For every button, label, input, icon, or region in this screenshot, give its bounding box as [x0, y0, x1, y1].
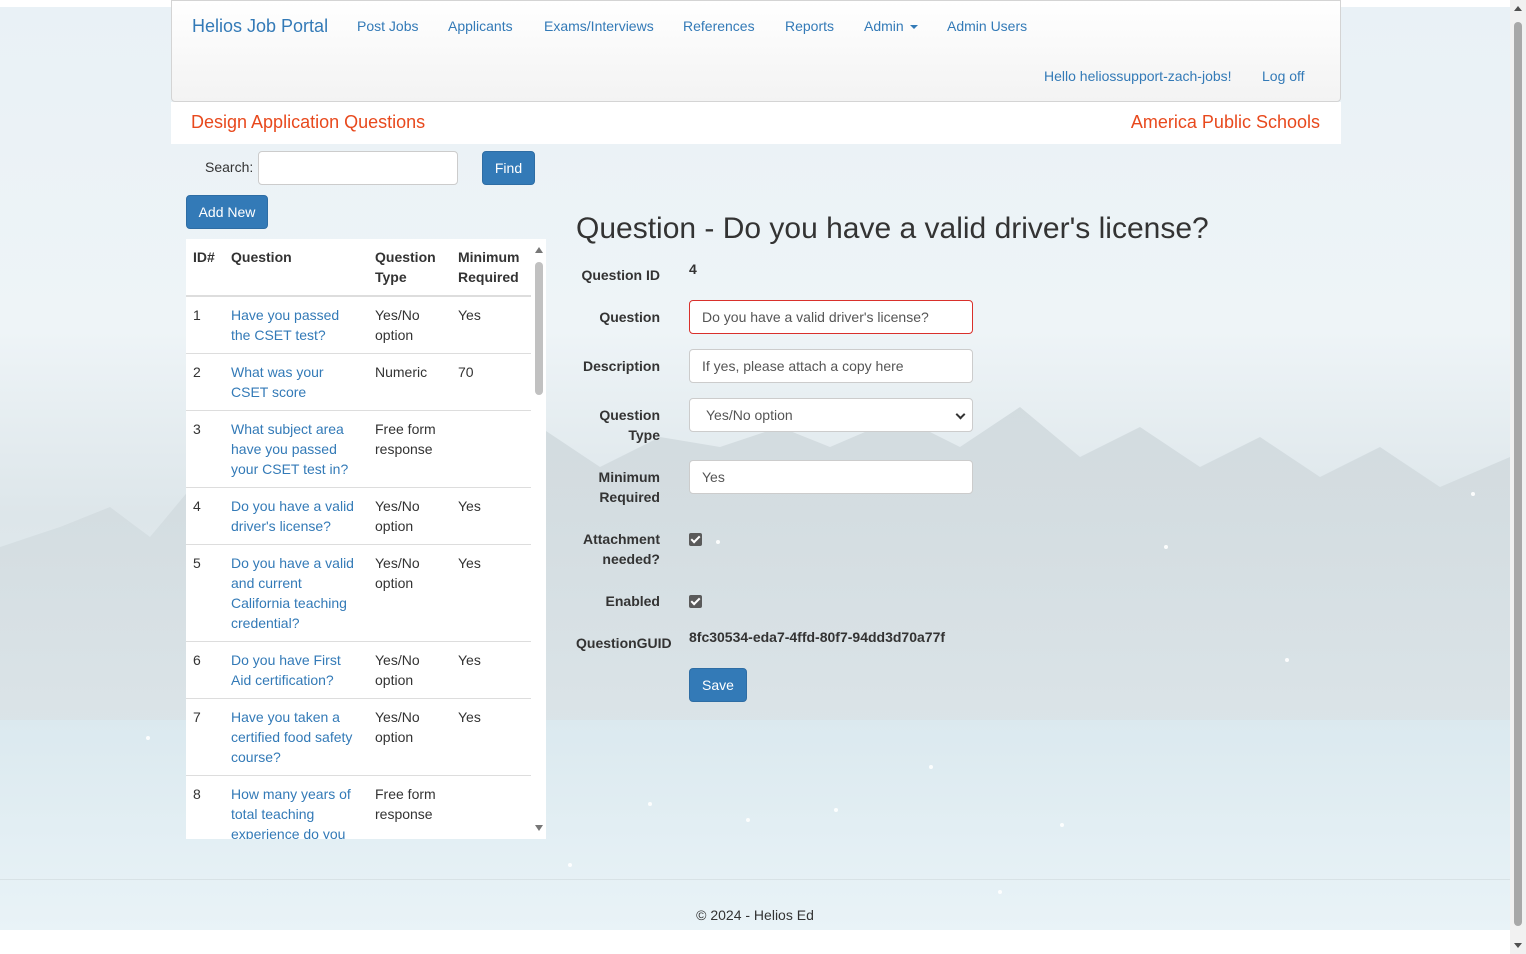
- row-id: 1: [186, 295, 224, 354]
- row-type: Yes/No option: [368, 544, 451, 642]
- row-type: Numeric: [368, 353, 451, 411]
- add-new-button[interactable]: Add New: [186, 195, 268, 229]
- row-question-link[interactable]: What subject area have you passed your C…: [224, 410, 368, 488]
- row-type: Free form response: [368, 410, 451, 488]
- question-guid-value: 8fc30534-eda7-4ffd-80f7-94dd3d70a77f: [689, 629, 946, 645]
- table-row: 3 What subject area have you passed your…: [186, 410, 531, 488]
- row-type: Free form response: [368, 775, 451, 839]
- organization-name: America Public Schools: [1130, 112, 1320, 132]
- row-min: [451, 775, 531, 839]
- row-question-link[interactable]: Have you passed the CSET test?: [224, 295, 368, 354]
- row-type: Yes/No option: [368, 295, 451, 354]
- nav-applicants[interactable]: Applicants: [448, 18, 513, 34]
- label-question-type: Question Type: [599, 407, 660, 443]
- table-row: 7 Have you taken a certified food safety…: [186, 698, 531, 776]
- search-label: Search:: [205, 159, 254, 175]
- nav-admin-dropdown[interactable]: Admin: [864, 18, 918, 34]
- row-type: Yes/No option: [368, 487, 451, 545]
- label-minimum-required: Minimum Required: [598, 469, 660, 505]
- header-id: ID#: [186, 239, 224, 297]
- row-min: Yes: [451, 641, 531, 699]
- row-type: Yes/No option: [368, 698, 451, 776]
- footer-divider: [0, 879, 1510, 880]
- window-scrollbar-thumb[interactable]: [1514, 22, 1522, 926]
- page-title: Design Application Questions: [191, 112, 426, 132]
- row-min: Yes: [451, 487, 531, 545]
- window-scrollbar[interactable]: [1510, 0, 1526, 954]
- table-row: 1 Have you passed the CSET test? Yes/No …: [186, 295, 531, 354]
- list-scrollbar-thumb[interactable]: [535, 262, 543, 395]
- nav-references[interactable]: References: [683, 18, 755, 34]
- nav-post-jobs[interactable]: Post Jobs: [357, 18, 418, 34]
- row-question-link[interactable]: Have you taken a certified food safety c…: [224, 698, 368, 776]
- label-question: Question: [599, 309, 660, 325]
- row-id: 5: [186, 544, 224, 642]
- table-row: 5 Do you have a valid and current Califo…: [186, 544, 531, 642]
- question-detail-heading: Question - Do you have a valid driver's …: [576, 212, 1209, 245]
- label-description: Description: [582, 358, 660, 374]
- scroll-down-arrow-icon[interactable]: [535, 825, 543, 831]
- row-question-link[interactable]: Do you have a valid driver's license?: [224, 487, 368, 545]
- row-id: 4: [186, 487, 224, 545]
- find-button[interactable]: Find: [482, 151, 535, 185]
- scroll-up-arrow-icon[interactable]: [535, 247, 543, 253]
- footer-copyright: © 2024 - Helios Ed: [696, 907, 814, 923]
- nav-reports[interactable]: Reports: [785, 18, 834, 34]
- subheader-bar: Design Application Questions America Pub…: [171, 102, 1341, 144]
- row-min: Yes: [451, 698, 531, 776]
- row-id: 8: [186, 775, 224, 839]
- logoff-link[interactable]: Log off: [1262, 68, 1305, 84]
- row-id: 3: [186, 410, 224, 488]
- attachment-needed-checkbox[interactable]: [689, 533, 702, 546]
- label-question-id: Question ID: [581, 267, 660, 283]
- question-table: ID# Question Question Type Minimum Requi…: [186, 239, 531, 839]
- row-id: 7: [186, 698, 224, 776]
- row-min: Yes: [451, 295, 531, 354]
- nav-admin-users[interactable]: Admin Users: [947, 18, 1027, 34]
- row-type: Yes/No option: [368, 641, 451, 699]
- question-type-select[interactable]: Yes/No option: [689, 398, 973, 432]
- header-question-type: Question Type: [368, 239, 451, 297]
- label-enabled: Enabled: [605, 593, 660, 609]
- row-question-link[interactable]: Do you have First Aid certification?: [224, 641, 368, 699]
- label-attachment-needed: Attachment needed?: [582, 531, 660, 567]
- chevron-down-icon: [955, 409, 966, 420]
- table-row: 6 Do you have First Aid certification? Y…: [186, 641, 531, 699]
- top-navbar: Helios Job Portal Post Jobs Applicants E…: [171, 0, 1341, 102]
- question-id-value: 4: [689, 261, 697, 277]
- header-minimum-required: Minimum Required: [451, 239, 531, 297]
- nav-admin-label: Admin: [864, 18, 904, 34]
- search-input[interactable]: [258, 151, 458, 185]
- description-input[interactable]: [689, 349, 973, 383]
- row-min: 70: [451, 353, 531, 411]
- table-row: 8 How many years of total teaching exper…: [186, 775, 531, 839]
- window-scroll-up-icon[interactable]: [1514, 6, 1522, 11]
- label-question-guid: QuestionGUID: [576, 635, 672, 651]
- caret-down-icon: [909, 25, 918, 30]
- table-header-row: ID# Question Question Type Minimum Requi…: [186, 239, 531, 297]
- row-question-link[interactable]: Do you have a valid and current Californ…: [224, 544, 368, 642]
- nav-exams-interviews[interactable]: Exams/Interviews: [544, 18, 654, 34]
- question-input[interactable]: [689, 300, 973, 334]
- header-question: Question: [224, 239, 368, 297]
- save-button[interactable]: Save: [689, 668, 747, 702]
- window-scroll-down-icon[interactable]: [1514, 943, 1522, 948]
- question-list-panel[interactable]: ID# Question Question Type Minimum Requi…: [186, 239, 546, 839]
- row-id: 6: [186, 641, 224, 699]
- table-row: 4 Do you have a valid driver's license? …: [186, 487, 531, 545]
- enabled-checkbox[interactable]: [689, 595, 702, 608]
- row-question-link[interactable]: What was your CSET score: [224, 353, 368, 411]
- row-id: 2: [186, 353, 224, 411]
- user-greeting-link[interactable]: Hello heliossupport-zach-jobs!: [1044, 68, 1232, 84]
- minimum-required-input[interactable]: [689, 460, 973, 494]
- brand-link[interactable]: Helios Job Portal: [192, 16, 328, 37]
- row-min: Yes: [451, 544, 531, 642]
- row-min: [451, 410, 531, 488]
- list-scrollbar[interactable]: [531, 239, 546, 839]
- table-row: 2 What was your CSET score Numeric 70: [186, 353, 531, 411]
- question-type-selected: Yes/No option: [706, 407, 793, 423]
- row-question-link[interactable]: How many years of total teaching experie…: [224, 775, 368, 839]
